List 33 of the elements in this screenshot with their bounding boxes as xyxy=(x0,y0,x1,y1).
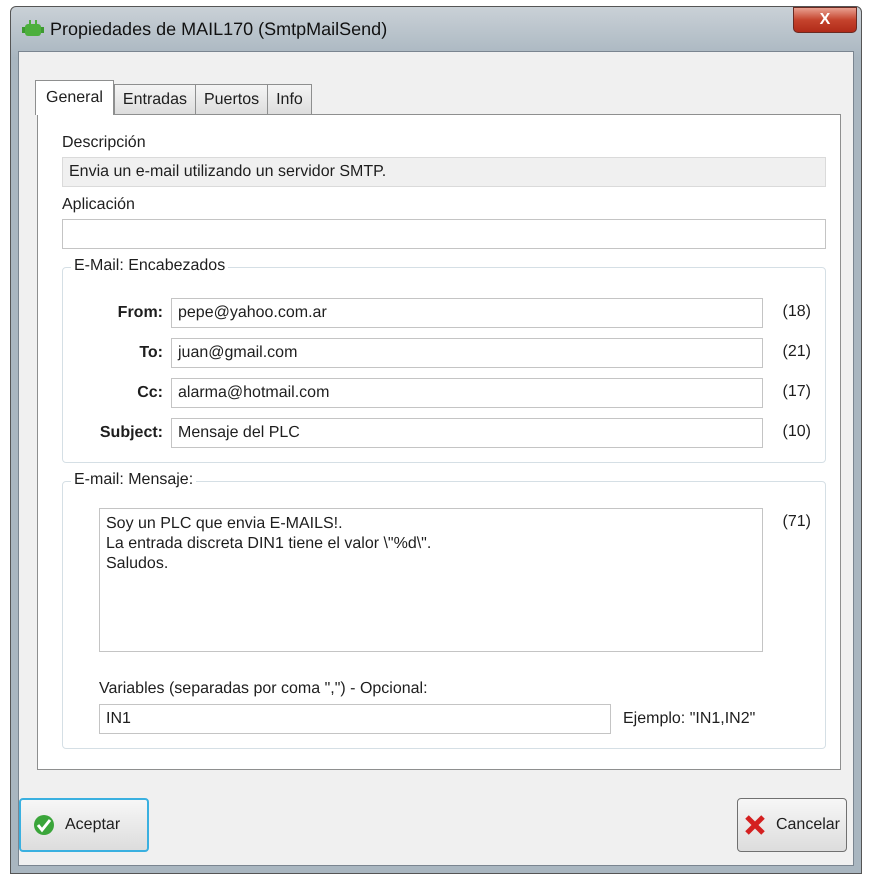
field-label: Variables (separadas por coma ",") - Opcional: xyxy=(98,679,429,698)
input-field[interactable]: alarma@hotmail.com xyxy=(171,378,763,408)
field-label: Cc: xyxy=(136,384,163,402)
character-count: (71) xyxy=(782,512,811,531)
field-label: Aplicación xyxy=(62,195,136,215)
field-label: Descripción xyxy=(62,133,147,153)
field-label: To: xyxy=(138,344,163,362)
cross-icon xyxy=(744,814,766,836)
field-label: Subject: xyxy=(98,424,163,442)
tab[interactable]: General xyxy=(35,80,114,115)
close-button[interactable]: X xyxy=(793,7,857,33)
input-field[interactable]: juan@gmail.com xyxy=(171,338,763,368)
description-field: Envia un e-mail utilizando un servidor SMTP. xyxy=(62,157,826,187)
input-field[interactable]: IN1 xyxy=(99,704,611,734)
window-title: Propiedades de MAIL170 (SmtpMailSend) xyxy=(50,18,388,40)
input-field[interactable]: Mensaje del PLC xyxy=(171,418,763,448)
character-count: (21) xyxy=(782,342,811,361)
input-field[interactable] xyxy=(62,219,826,249)
cancel-button[interactable]: Cancelar xyxy=(736,798,847,852)
field-label: From: xyxy=(116,304,163,322)
message-field[interactable]: Soy un PLC que envia E-MAILS!. La entrada discreta DIN1 tiene el valor \"%d\". Saludos. xyxy=(99,508,763,652)
tab[interactable]: Entradas xyxy=(114,84,196,114)
tab[interactable]: Info xyxy=(267,84,312,114)
character-count: (17) xyxy=(782,382,811,401)
accept-button[interactable]: Aceptar xyxy=(19,798,149,852)
input-field[interactable]: pepe@yahoo.com.ar xyxy=(171,298,763,328)
character-count: (10) xyxy=(782,422,811,441)
example-text: Ejemplo: "IN1,IN2" xyxy=(623,710,756,728)
tab[interactable]: Puertos xyxy=(194,84,268,114)
group-title: E-mail: Mensaje: xyxy=(71,471,196,489)
character-count: (18) xyxy=(782,302,811,321)
robot-icon xyxy=(22,19,44,39)
check-icon xyxy=(33,814,55,836)
